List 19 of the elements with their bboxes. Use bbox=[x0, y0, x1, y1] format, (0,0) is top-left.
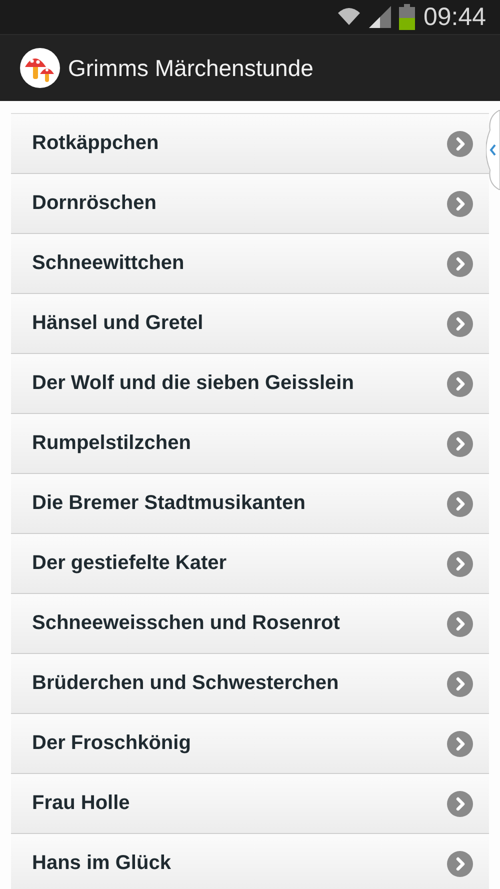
chevron-right-icon bbox=[447, 250, 473, 276]
chevron-right-icon bbox=[447, 610, 473, 636]
status-time: 09:44 bbox=[423, 2, 486, 32]
battery-icon bbox=[399, 4, 416, 30]
mushroom-logo-icon bbox=[20, 48, 60, 88]
chevron-right-icon bbox=[447, 850, 473, 876]
chevron-right-icon bbox=[447, 370, 473, 396]
app-title: Grimms Märchenstunde bbox=[68, 54, 314, 82]
chevron-right-icon bbox=[447, 310, 473, 336]
chevron-right-icon bbox=[447, 430, 473, 456]
chevron-right-icon bbox=[447, 490, 473, 516]
chevron-right-icon bbox=[447, 130, 473, 156]
chevron-right-icon bbox=[447, 730, 473, 756]
drawer-handle[interactable] bbox=[486, 110, 500, 190]
chevron-right-icon bbox=[447, 670, 473, 696]
chevron-right-icon bbox=[447, 550, 473, 576]
signal-icon bbox=[369, 6, 392, 28]
chevron-right-icon bbox=[447, 190, 473, 216]
chevron-right-icon bbox=[447, 790, 473, 816]
